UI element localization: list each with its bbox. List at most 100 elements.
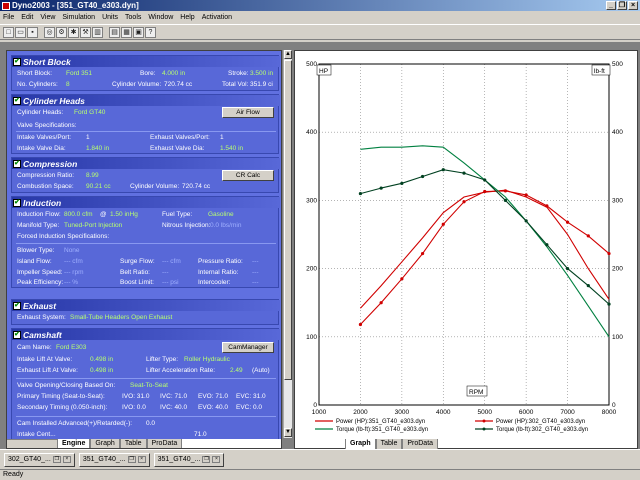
- primary-evc[interactable]: EVC: 31.0: [236, 393, 266, 400]
- tab-graph[interactable]: Graph: [90, 439, 120, 448]
- blower-type-value[interactable]: None: [64, 247, 80, 254]
- menu-window[interactable]: Window: [148, 14, 173, 21]
- compression-header[interactable]: ✔ Compression: [12, 158, 280, 169]
- chart-icon[interactable]: ▤: [109, 26, 120, 38]
- menu-view[interactable]: View: [40, 14, 55, 21]
- menu-file[interactable]: File: [3, 14, 14, 21]
- intake-dia-value[interactable]: 1.840 in: [86, 145, 109, 152]
- cr-calc-button[interactable]: CR Calc: [222, 170, 274, 181]
- close-button[interactable]: ×: [628, 1, 638, 10]
- short-block-value[interactable]: Ford 351: [66, 70, 92, 77]
- scroll-down-icon[interactable]: ▼: [284, 428, 292, 437]
- primary-ivc[interactable]: IVC: 71.0: [160, 393, 187, 400]
- help-icon[interactable]: ?: [145, 26, 156, 38]
- check-icon[interactable]: ✔: [13, 301, 21, 310]
- compression-ratio-value[interactable]: 8.99: [86, 172, 99, 179]
- close-icon[interactable]: ×: [62, 456, 71, 463]
- scroll-up-icon[interactable]: ▲: [284, 50, 292, 59]
- exhaust-lift-label: Exhaust Lift At Valve:: [17, 367, 78, 374]
- check-icon[interactable]: ✔: [13, 96, 21, 105]
- cylinder-heads-header[interactable]: ✔ Cylinder Heads: [12, 95, 280, 106]
- bore-value[interactable]: 4.000 in: [162, 70, 185, 77]
- nitrous-value[interactable]: 0.0 lbs/min: [210, 222, 241, 229]
- intake-lift-value[interactable]: 0.498 in: [90, 356, 113, 363]
- wheel-icon[interactable]: ◎: [44, 26, 55, 38]
- menu-help[interactable]: Help: [180, 14, 194, 21]
- combustion-space-value[interactable]: 90.21 cc: [86, 183, 111, 190]
- doc-tab-351-b[interactable]: 351_GT40_... ❐ ×: [153, 452, 225, 467]
- induction-header[interactable]: ✔ Induction: [12, 197, 280, 208]
- scroll-thumb[interactable]: [284, 60, 292, 380]
- doc-tab-351-a[interactable]: 351_GT40_... ❐ ×: [78, 452, 150, 467]
- cam-name-value[interactable]: Ford E303: [56, 344, 86, 351]
- exhaust-header[interactable]: ✔ Exhaust: [12, 300, 280, 311]
- x-tick-label: 8000: [602, 409, 617, 416]
- report-icon[interactable]: ▣: [133, 26, 144, 38]
- tab-prodata[interactable]: ProData: [146, 439, 183, 448]
- exhaust-lift-value[interactable]: 0.498 in: [90, 367, 113, 374]
- cylinder-volume-value: 720.74 cc: [164, 81, 193, 88]
- camshaft-header[interactable]: ✔ Camshaft: [12, 329, 280, 340]
- y-tick-label-right: 200: [612, 266, 623, 273]
- secondary-evc[interactable]: EVC: 0.0: [236, 404, 262, 411]
- print-icon[interactable]: ▦: [121, 26, 132, 38]
- dyno-chart: 0 100 200 300 400 500 0 100 200 300 400 500 1000 20…: [306, 61, 623, 433]
- air-flow-button[interactable]: Air Flow: [222, 107, 274, 118]
- check-icon[interactable]: ✔: [13, 198, 21, 207]
- exhaust-valves-value[interactable]: 1: [220, 134, 224, 141]
- induction-flow-hg[interactable]: 1.50 inHg: [110, 211, 138, 218]
- menu-edit[interactable]: Edit: [21, 14, 33, 21]
- cam-installed-value[interactable]: 0.0: [146, 420, 155, 427]
- close-icon[interactable]: ×: [137, 456, 146, 463]
- menu-simulation[interactable]: Simulation: [62, 14, 95, 21]
- doc-tab-302[interactable]: 302_GT40_... ❐ ×: [4, 452, 75, 467]
- tab-engine[interactable]: Engine: [57, 439, 91, 448]
- tools-icon[interactable]: ⚒: [80, 26, 91, 38]
- settings-icon[interactable]: ✱: [68, 26, 79, 38]
- heads-value[interactable]: Ford GT40: [74, 109, 105, 116]
- menu-tools[interactable]: Tools: [125, 14, 141, 21]
- check-icon[interactable]: ✔: [13, 159, 21, 168]
- cam-manager-button[interactable]: CamManager: [222, 342, 274, 353]
- induction-flow-value[interactable]: 800.0 cfm: [64, 211, 93, 218]
- fuel-icon[interactable]: ▥: [92, 26, 103, 38]
- restore-icon[interactable]: ❐: [127, 456, 136, 463]
- horizontal-scrollbar[interactable]: [7, 439, 57, 448]
- boost-limit-label: Boost Limit:: [120, 279, 154, 286]
- cylinders-value[interactable]: 8: [66, 81, 70, 88]
- intake-valves-value[interactable]: 1: [86, 134, 90, 141]
- secondary-ivc[interactable]: IVC: 40.0: [160, 404, 187, 411]
- series-point-1: [565, 220, 570, 224]
- new-icon[interactable]: □: [3, 26, 14, 38]
- y-tick-label-left: 300: [306, 197, 317, 204]
- stroke-value[interactable]: 3.500 in: [250, 70, 273, 77]
- exhaust-dia-value[interactable]: 1.540 in: [220, 145, 243, 152]
- short-block-header[interactable]: ✔ Short Block: [12, 56, 280, 67]
- fuel-type-value[interactable]: Gasoline: [208, 211, 234, 218]
- restore-button[interactable]: ❐: [617, 1, 627, 10]
- gear-icon[interactable]: ⚙: [56, 26, 67, 38]
- save-icon[interactable]: ▪: [27, 26, 38, 38]
- check-icon[interactable]: ✔: [13, 330, 21, 339]
- restore-icon[interactable]: ❐: [202, 456, 211, 463]
- secondary-timing-label: Secondary Timing (0.050-inch):: [17, 404, 108, 411]
- menu-units[interactable]: Units: [102, 14, 118, 21]
- open-icon[interactable]: ▭: [15, 26, 26, 38]
- secondary-evo[interactable]: EVO: 40.0: [198, 404, 228, 411]
- valve-timing-basis-value[interactable]: Seat-To-Seat: [130, 382, 168, 389]
- primary-ivo[interactable]: IVO: 31.0: [122, 393, 149, 400]
- restore-icon[interactable]: ❐: [52, 456, 61, 463]
- x-tick-label: 3000: [395, 409, 410, 416]
- exhaust-system-value[interactable]: Small-Tube Headers Open Exhaust: [70, 314, 172, 321]
- lifter-type-value[interactable]: Roller Hydraulic: [184, 356, 230, 363]
- manifold-type-value[interactable]: Tuned-Port Injection: [64, 222, 122, 229]
- vertical-scrollbar[interactable]: ▲ ▼: [283, 50, 292, 438]
- check-icon[interactable]: ✔: [13, 57, 21, 66]
- tab-table[interactable]: Table: [119, 439, 147, 448]
- lifter-accel-value[interactable]: 2.49: [230, 367, 243, 374]
- menu-activation[interactable]: Activation: [202, 14, 232, 21]
- primary-evo[interactable]: EVO: 71.0: [198, 393, 228, 400]
- minimize-button[interactable]: _: [606, 1, 616, 10]
- close-icon[interactable]: ×: [212, 456, 221, 463]
- secondary-ivo[interactable]: IVO: 0.0: [122, 404, 146, 411]
